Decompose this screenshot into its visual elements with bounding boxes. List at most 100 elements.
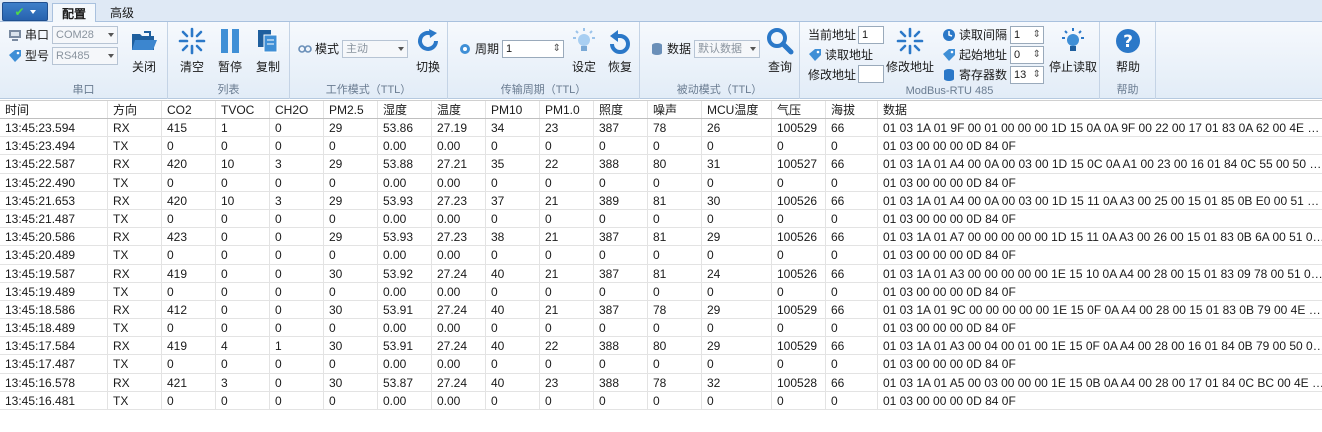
- table-row[interactable]: 13:45:19.489 TX 0 0 0 0 0.00 0.00 0 0 0 0 0 0 0 01 03 0…: [0, 282, 1322, 301]
- column-header[interactable]: 方向: [108, 101, 162, 118]
- table-cell: 0: [826, 282, 878, 300]
- port-combo[interactable]: COM28: [52, 26, 118, 44]
- table-cell: 21: [540, 264, 594, 282]
- copy-button[interactable]: 复制: [250, 26, 286, 75]
- table-row[interactable]: 13:45:22.490 TX 0 0 0 0 0.00 0.00 0 0 0 0 0 0 0 01 03 0…: [0, 173, 1322, 192]
- table-cell: 0.00: [432, 137, 486, 155]
- table-cell: 0.00: [432, 355, 486, 373]
- serial-group-label: 串口: [72, 84, 95, 96]
- table-cell: 0: [162, 137, 216, 155]
- table-cell: 26: [702, 119, 772, 137]
- table-cell: 66: [826, 155, 878, 173]
- table-row[interactable]: 13:45:20.586 RX 423 0 0 29 53.93 27.23 38 21 387 81…: [0, 228, 1322, 247]
- work-mode-group: 模式 主动 切换 工作模式（TTL）: [290, 22, 448, 99]
- table-cell: 0: [772, 282, 826, 300]
- table-cell: 27.24: [432, 264, 486, 282]
- table-row[interactable]: 13:45:18.489 TX 0 0 0 0 0.00 0.00 0 0 0 0 0 0 0 01 03 0…: [0, 319, 1322, 338]
- modify-addr-button[interactable]: 修改地址: [886, 26, 934, 75]
- table-cell: 0: [270, 246, 324, 264]
- set-button[interactable]: 设定: [566, 26, 602, 75]
- table-cell: 01 03 00 00 00 0D 84 0F: [878, 246, 1322, 263]
- start-addr-spinner[interactable]: 0: [1010, 46, 1044, 64]
- table-cell: 0: [702, 246, 772, 264]
- table-cell: 13:45:20.586: [0, 228, 108, 246]
- copy-label: 复制: [255, 60, 280, 74]
- work-mode-group-label: 工作模式（TTL）: [325, 84, 412, 96]
- column-header[interactable]: 湿度: [378, 101, 432, 118]
- table-cell: 66: [826, 373, 878, 391]
- tab-config[interactable]: 配置: [52, 3, 96, 23]
- data-combo[interactable]: 默认数据: [694, 40, 760, 58]
- table-cell: 0: [648, 246, 702, 264]
- table-cell: 66: [826, 337, 878, 355]
- column-header[interactable]: MCU温度: [702, 101, 772, 118]
- table-cell: 01 03 00 00 00 0D 84 0F: [878, 174, 1322, 191]
- table-cell: 53.86: [378, 119, 432, 137]
- clear-button[interactable]: 清空: [174, 26, 210, 75]
- period-spinner[interactable]: 1: [502, 40, 564, 58]
- table-row[interactable]: 13:45:16.578 RX 421 3 0 30 53.87 27.24 40 23 388 78…: [0, 373, 1322, 392]
- modbus-group-label: ModBus-RTU 485: [905, 85, 994, 97]
- column-header[interactable]: PM2.5: [324, 101, 378, 118]
- column-header[interactable]: 温度: [432, 101, 486, 118]
- pause-button[interactable]: 暂停: [212, 26, 248, 75]
- tab-advanced[interactable]: 高级: [100, 3, 144, 22]
- help-button[interactable]: ? 帮助: [1110, 26, 1146, 75]
- table-cell: 01 03 1A 01 A4 00 0A 00 03 00 1D 15 0C 0…: [878, 155, 1322, 172]
- close-button[interactable]: 关闭: [126, 26, 162, 75]
- table-row[interactable]: 13:45:23.594 RX 415 1 0 29 53.86 27.19 34 23 387 78…: [0, 119, 1322, 138]
- column-header[interactable]: 海拔: [826, 101, 878, 118]
- table-cell: 0: [270, 319, 324, 337]
- table-row[interactable]: 13:45:17.487 TX 0 0 0 0 0.00 0.00 0 0 0 0 0 0 0 01 03 0…: [0, 355, 1322, 374]
- stop-read-button[interactable]: 停止读取: [1048, 26, 1098, 75]
- column-header[interactable]: 照度: [594, 101, 648, 118]
- column-header[interactable]: 数据: [878, 101, 1322, 118]
- pause-icon: [221, 29, 239, 53]
- mode-combo[interactable]: 主动: [342, 40, 408, 58]
- table-row[interactable]: 13:45:16.481 TX 0 0 0 0 0.00 0.00 0 0 0 0 0 0 0 01 03 0…: [0, 391, 1322, 410]
- table-row[interactable]: 13:45:22.587 RX 420 10 3 29 53.88 27.21 35 22 388 8…: [0, 155, 1322, 174]
- current-addr-field[interactable]: 1: [858, 26, 884, 44]
- table-row[interactable]: 13:45:21.487 TX 0 0 0 0 0.00 0.00 0 0 0 0 0 0 0 01 03 0…: [0, 209, 1322, 229]
- ribbon-tab-bar: ✔ 配置 高级: [0, 0, 1322, 23]
- restore-button[interactable]: 恢复: [602, 26, 638, 75]
- table-cell: 53.93: [378, 228, 432, 246]
- table-row[interactable]: 13:45:17.584 RX 419 4 1 30 53.91 27.24 40 22 388 80…: [0, 337, 1322, 356]
- table-cell: 53.88: [378, 155, 432, 173]
- table-cell: 0: [648, 355, 702, 373]
- read-interval-spinner[interactable]: 1: [1010, 26, 1044, 44]
- bulb-icon: [573, 28, 595, 51]
- current-addr-row: 当前地址: [808, 26, 856, 43]
- column-header[interactable]: 噪声: [648, 101, 702, 118]
- column-header[interactable]: CH2O: [270, 101, 324, 118]
- model-combo[interactable]: RS485: [52, 47, 118, 65]
- modify-addr-field[interactable]: [858, 65, 884, 83]
- table-row[interactable]: 13:45:21.653 RX 420 10 3 29 53.93 27.23 37 21 389 8…: [0, 191, 1322, 210]
- column-header[interactable]: 时间: [0, 101, 108, 118]
- column-header[interactable]: CO2: [162, 101, 216, 118]
- table-cell: 30: [324, 300, 378, 319]
- table-row[interactable]: 13:45:23.494 TX 0 0 0 0 0.00 0.00 0 0 0 0 0 0 0 01 03 0…: [0, 137, 1322, 156]
- table-cell: 0.00: [378, 137, 432, 155]
- table-cell: 01 03 1A 01 A3 00 04 00 01 00 1E 15 0F 0…: [878, 337, 1322, 354]
- read-addr-button[interactable]: 读取地址: [808, 46, 873, 63]
- column-header[interactable]: TVOC: [216, 101, 270, 118]
- switch-button[interactable]: 切换: [410, 26, 446, 75]
- column-header[interactable]: PM1.0: [540, 101, 594, 118]
- table-cell: 0: [540, 319, 594, 337]
- query-button[interactable]: 查询: [762, 26, 798, 75]
- app-menu-button[interactable]: ✔: [2, 2, 48, 21]
- table-cell: 0: [486, 355, 540, 373]
- table-row[interactable]: 13:45:18.586 RX 412 0 0 30 53.91 27.24 40 21 387 78…: [0, 300, 1322, 320]
- table-row[interactable]: 13:45:19.587 RX 419 0 0 30 53.92 27.24 40 21 387 81…: [0, 264, 1322, 283]
- column-header[interactable]: 气压: [772, 101, 826, 118]
- table-body: 13:45:23.594 RX 415 1 0 29 53.86 27.19 34 23 387 78…: [0, 119, 1322, 410]
- column-header[interactable]: PM10: [486, 101, 540, 118]
- table-row[interactable]: 13:45:20.489 TX 0 0 0 0 0.00 0.00 0 0 0 0 0 0 0 01 03 0…: [0, 246, 1322, 265]
- table-cell: 0.00: [432, 246, 486, 264]
- pause-label: 暂停: [217, 60, 242, 74]
- reg-count-spinner[interactable]: 13: [1010, 66, 1044, 84]
- bulb-icon: [1062, 28, 1084, 51]
- table-cell: 0: [594, 209, 648, 228]
- table-cell: 0: [324, 355, 378, 373]
